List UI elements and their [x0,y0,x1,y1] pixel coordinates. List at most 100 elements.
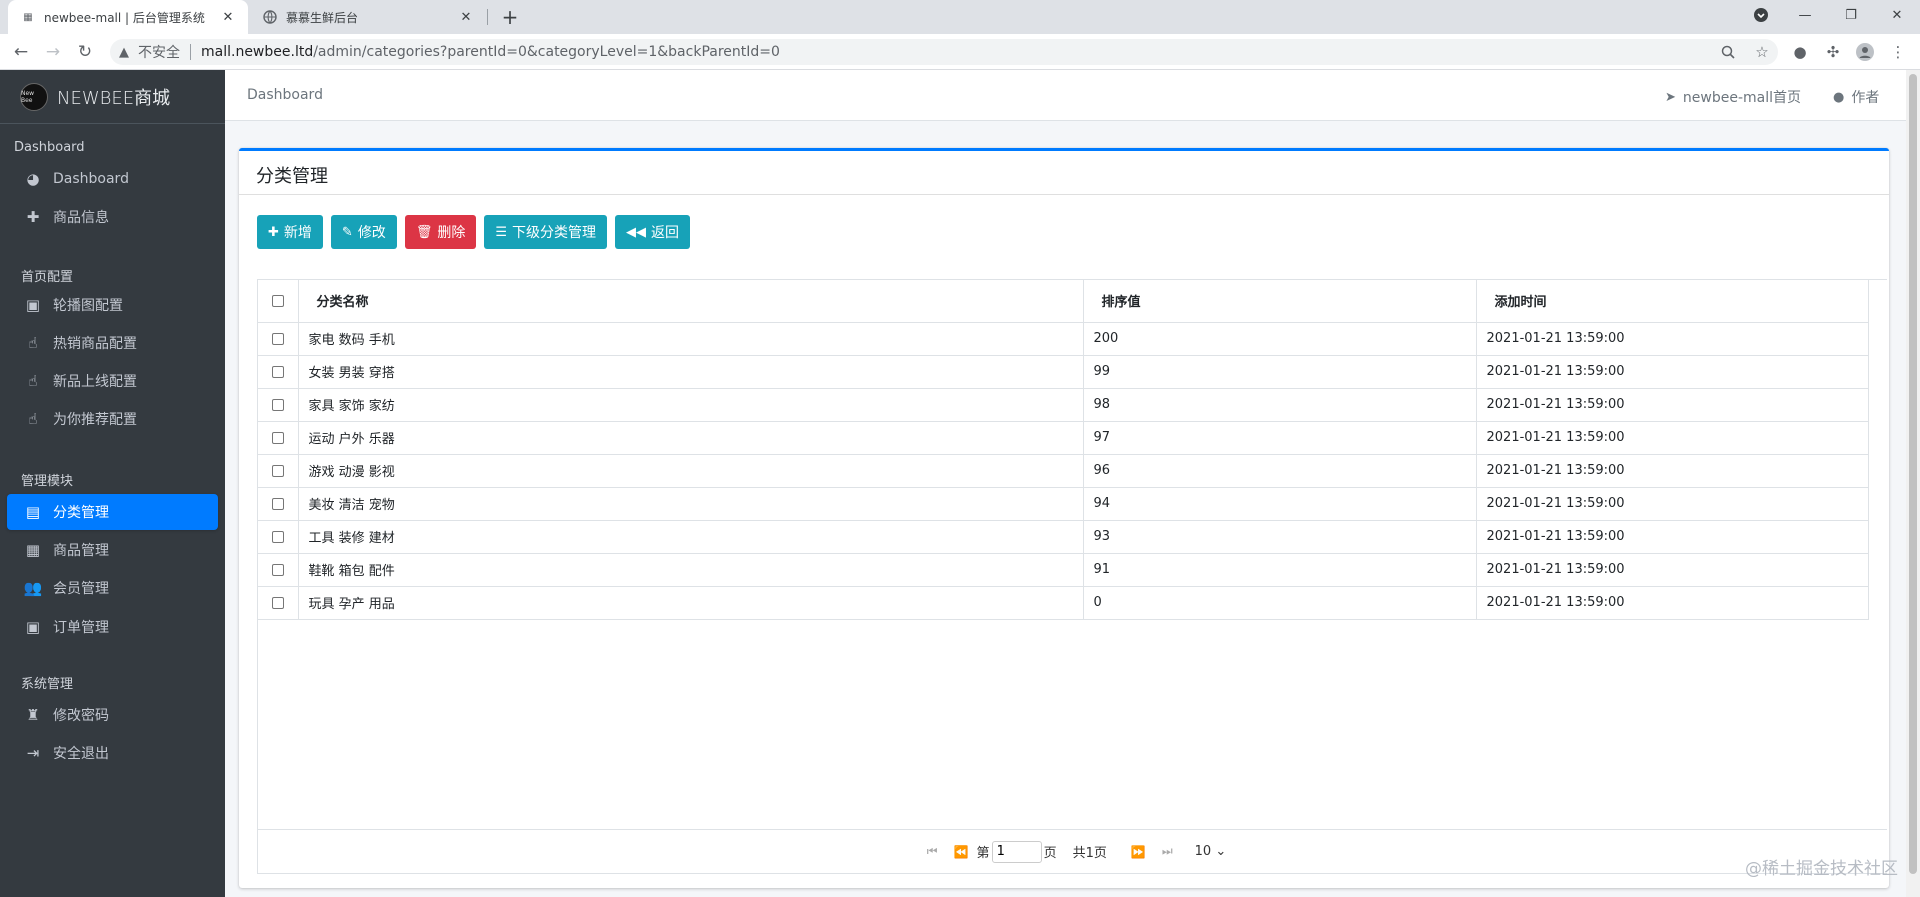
row-checkbox[interactable] [271,431,284,444]
sidebar-item-recommend[interactable]: ☝ 为你推荐配置 [7,401,218,437]
home-link[interactable]: ➤ newbee-mall首页 [1665,87,1801,107]
cell-rank: 94 [1083,487,1477,521]
insecure-label[interactable]: 不安全 [138,42,180,62]
add-button[interactable]: ✚ 新增 [257,215,323,249]
row-checkbox[interactable] [271,398,284,411]
browser-tab[interactable]: 慕慕生鲜后台 ✕ [250,0,486,34]
sidebar-item-label: 安全退出 [53,746,109,762]
evernote-extension-icon[interactable]: ● [1790,42,1810,62]
cell-create-time: 2021-01-21 13:59:00 [1476,553,1869,587]
row-checkbox[interactable] [271,497,284,510]
author-link[interactable]: ● 作者 [1833,87,1879,107]
sidebar-item-dashboard[interactable]: ◕ Dashboard [7,161,218,197]
table-row[interactable]: 美妆 清洁 宠物 94 2021-01-21 13:59:00 [258,487,1869,521]
scrollbar-thumb[interactable] [1909,74,1917,874]
minimize-icon[interactable]: — [1782,0,1828,30]
card-title: 分类管理 [239,151,1889,195]
cell-category-name: 家具 家饰 家纺 [298,388,1084,422]
table-row[interactable]: 工具 装修 建材 93 2021-01-21 13:59:00 [258,520,1869,554]
watermark: @稀土掘金技术社区 [1745,859,1898,879]
cell-rank: 98 [1083,388,1477,422]
cell-rank: 99 [1083,355,1477,389]
select-all-checkbox[interactable] [271,294,284,307]
forward-icon[interactable]: → [41,40,65,64]
sidebar-item-label: 轮播图配置 [53,298,123,314]
cell-category-name: 玩具 孕产 用品 [298,586,1084,620]
table-row[interactable]: 家具 家饰 家纺 98 2021-01-21 13:59:00 [258,388,1869,422]
cell-rank: 91 [1083,553,1477,587]
sidebar-item-orders[interactable]: ▣ 订单管理 [7,609,218,645]
first-page-icon[interactable]: ⏮ [927,844,938,859]
warning-icon[interactable]: ▲ [116,44,132,60]
delete-button[interactable]: 🗑 删除 [404,215,477,249]
edit-button[interactable]: ✎ 修改 [330,215,397,249]
extensions-puzzle-icon[interactable]: ✣ [1823,42,1843,62]
next-page-icon[interactable]: ⏩ [1131,845,1146,859]
menu-kebab-icon[interactable]: ⋮ [1888,42,1908,62]
row-checkbox[interactable] [271,563,284,576]
sidebar-item-carousel[interactable]: ▣ 轮播图配置 [7,287,218,323]
sidebar-item-users[interactable]: 👥 会员管理 [7,570,218,606]
url-input[interactable]: ▲ 不安全 mall.newbee.ltd/admin/categories?p… [110,39,1778,65]
table-row[interactable]: 游戏 动漫 影视 96 2021-01-21 13:59:00 [258,454,1869,488]
browser-tab-bar: ▦ newbee-mall | 后台管理系统 ✕ 慕慕生鲜后台 ✕ + — ❐ … [0,0,1920,34]
page-scrollbar[interactable] [1906,70,1920,897]
chevron-down-icon: ⌄ [1215,844,1227,859]
reload-icon[interactable]: ↻ [73,40,97,64]
row-checkbox[interactable] [271,464,284,477]
browser-tab-active[interactable]: ▦ newbee-mall | 后台管理系统 ✕ [8,0,248,34]
table-row[interactable]: 家电 数码 手机 200 2021-01-21 13:59:00 [258,322,1869,356]
cell-category-name: 游戏 动漫 影视 [298,454,1084,488]
row-checkbox[interactable] [271,365,284,378]
table-header-row: 分类名称 排序值 添加时间 [258,280,1869,323]
sidebar-item-goods[interactable]: ▦ 商品管理 [7,532,218,568]
close-icon[interactable]: ✕ [458,9,474,25]
column-header-rank[interactable]: 排序值 [1083,280,1477,323]
page-size-select[interactable]: 10 ⌄ [1195,844,1227,859]
row-checkbox[interactable] [271,332,284,345]
maximize-icon[interactable]: ❐ [1828,0,1874,30]
sidebar-item-label: 订单管理 [53,620,109,636]
breadcrumb[interactable]: Dashboard [247,87,323,103]
sub-category-button[interactable]: ☰ 下级分类管理 [484,215,607,249]
sign-out-icon: ⇥ [26,744,40,762]
cell-category-name: 鞋靴 箱包 配件 [298,553,1084,587]
close-icon[interactable]: ✕ [220,9,236,25]
column-header-name[interactable]: 分类名称 [298,280,1084,323]
last-page-icon[interactable]: ⏭ [1162,844,1173,859]
row-checkbox[interactable] [271,596,284,609]
cell-rank: 200 [1083,322,1477,356]
row-checkbox[interactable] [271,530,284,543]
table-row[interactable]: 运动 户外 乐器 97 2021-01-21 13:59:00 [258,421,1869,455]
sidebar-item-goods-info[interactable]: ✚ 商品信息 [7,199,218,235]
zoom-icon[interactable] [1718,42,1738,62]
close-window-icon[interactable]: ✕ [1874,0,1920,30]
page-number-input[interactable] [991,840,1042,863]
account-avatar-icon[interactable] [1855,42,1875,62]
sidebar-item-change-password[interactable]: ♜ 修改密码 [7,697,218,733]
row-select-cell [258,355,299,389]
cell-rank: 0 [1083,586,1477,620]
cell-create-time: 2021-01-21 13:59:00 [1476,355,1869,389]
row-select-cell [258,520,299,554]
table-row[interactable]: 鞋靴 箱包 配件 91 2021-01-21 13:59:00 [258,553,1869,587]
column-header-time[interactable]: 添加时间 [1476,280,1869,323]
list-alt-icon: ▤ [25,503,41,521]
cell-category-name: 女装 男装 穿搭 [298,355,1084,389]
brand[interactable]: New Bee NEWBEE商城 [0,70,225,124]
new-tab-button[interactable]: + [498,5,522,29]
sidebar-item-categories[interactable]: ▤ 分类管理 [7,494,218,530]
table-row[interactable]: 玩具 孕产 用品 0 2021-01-21 13:59:00 [258,586,1869,620]
bookmark-star-icon[interactable]: ☆ [1752,42,1772,62]
sidebar-item-new-goods[interactable]: ☝ 新品上线配置 [7,363,218,399]
back-icon[interactable]: ← [9,40,33,64]
sidebar-item-hot-goods[interactable]: ☝ 热销商品配置 [7,325,218,361]
sidebar-item-label: 会员管理 [53,581,109,597]
sidebar-item-logout[interactable]: ⇥ 安全退出 [7,735,218,771]
profile-dropdown-icon[interactable] [1738,0,1784,30]
tab-divider [487,9,488,25]
prev-page-icon[interactable]: ⏪ [954,845,969,859]
table-row[interactable]: 女装 男装 穿搭 99 2021-01-21 13:59:00 [258,355,1869,389]
back-button[interactable]: ◀◀ 返回 [614,215,690,249]
user-icon: ● [1833,89,1845,105]
